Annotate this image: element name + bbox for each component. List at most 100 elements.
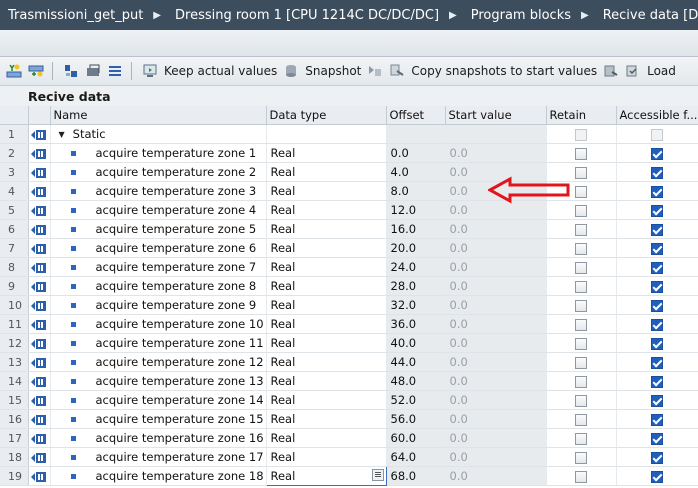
table-row[interactable]: 14 acquire temperature zone 13 Real 48.0 0.0 — [0, 371, 698, 391]
tag-name-cell[interactable]: acquire temperature zone 2 — [50, 162, 267, 182]
retain-checkbox[interactable] — [575, 375, 587, 388]
accessible-checkbox[interactable] — [651, 261, 663, 274]
tag-name-cell[interactable]: acquire temperature zone 4 — [50, 200, 267, 220]
header-start-value[interactable]: Start value — [445, 106, 547, 125]
data-type-cell[interactable]: Real — [266, 409, 387, 429]
table-row[interactable]: 8 acquire temperature zone 7 Real 24.0 0.0 — [0, 257, 698, 277]
retain-checkbox[interactable] — [575, 280, 587, 293]
retain-checkbox[interactable] — [575, 223, 587, 236]
data-type-cell[interactable]: Real — [266, 390, 387, 410]
table-row[interactable]: 6 acquire temperature zone 5 Real 16.0 0.0 — [0, 219, 698, 239]
data-type-cell[interactable]: Real — [266, 314, 387, 334]
retain-checkbox[interactable] — [575, 299, 587, 312]
table-row[interactable]: 13 acquire temperature zone 12 Real 44.0 0.0 — [0, 352, 698, 372]
tag-name-cell[interactable]: acquire temperature zone 11 — [50, 333, 267, 353]
accessible-checkbox[interactable] — [651, 166, 663, 179]
expand-triangle-icon[interactable]: ▼ — [59, 130, 65, 139]
static-name-cell[interactable]: ▼ Static — [50, 124, 267, 144]
accessible-checkbox[interactable] — [651, 242, 663, 255]
retain-checkbox[interactable] — [575, 318, 587, 331]
retain-checkbox[interactable] — [575, 470, 587, 483]
snapshot-button[interactable]: Snapshot — [305, 64, 361, 78]
data-type-cell[interactable]: Real — [265, 466, 387, 486]
load-start-values-icon[interactable] — [603, 63, 619, 79]
retain-checkbox[interactable] — [575, 242, 587, 255]
tag-name-cell[interactable]: acquire temperature zone 12 — [50, 352, 267, 372]
header-name[interactable]: Name — [50, 106, 267, 125]
tag-name-cell[interactable]: acquire temperature zone 1 — [50, 143, 267, 163]
retain-checkbox[interactable] — [575, 337, 587, 350]
add-row-icon[interactable] — [28, 63, 44, 79]
tag-name-cell[interactable]: acquire temperature zone 15 — [50, 409, 267, 429]
tag-name-cell[interactable]: acquire temperature zone 9 — [50, 295, 267, 315]
table-row[interactable]: 19 acquire temperature zone 18 Real 68.0 0.0 — [0, 466, 698, 486]
data-type-cell[interactable]: Real — [266, 333, 387, 353]
accessible-checkbox[interactable] — [651, 185, 663, 198]
copy-snapshot-icon[interactable] — [367, 63, 383, 79]
retain-checkbox[interactable] — [575, 394, 587, 407]
tag-name-cell[interactable]: acquire temperature zone 18 — [50, 466, 267, 486]
data-type-cell[interactable]: Real — [266, 428, 387, 448]
accessible-checkbox[interactable] — [651, 375, 663, 388]
table-row[interactable]: 16 acquire temperature zone 15 Real 56.0 0.0 — [0, 409, 698, 429]
expand-all-icon[interactable] — [63, 63, 79, 79]
header-accessible[interactable]: Accessible f... — [616, 106, 698, 125]
database-icon[interactable] — [283, 63, 299, 79]
tag-name-cell[interactable]: acquire temperature zone 10 — [50, 314, 267, 334]
accessible-checkbox[interactable] — [651, 356, 663, 369]
breadcrumb-block[interactable]: Recive data [DB6] — [595, 8, 698, 23]
copy-snapshots-to-start-values-button[interactable]: Copy snapshots to start values — [411, 64, 597, 78]
tag-name-cell[interactable]: acquire temperature zone 3 — [50, 181, 267, 201]
table-row[interactable]: 4 acquire temperature zone 3 Real 8.0 0.0 — [0, 181, 698, 201]
data-type-cell[interactable]: Real — [266, 162, 387, 182]
header-retain[interactable]: Retain — [546, 106, 617, 125]
data-type-cell[interactable]: Real — [266, 200, 387, 220]
tag-name-cell[interactable]: acquire temperature zone 17 — [50, 447, 267, 467]
accessible-checkbox[interactable] — [651, 204, 663, 217]
table-row[interactable]: 10 acquire temperature zone 9 Real 32.0 0.0 — [0, 295, 698, 315]
data-type-cell[interactable]: Real — [266, 181, 387, 201]
data-type-cell[interactable]: Real — [266, 219, 387, 239]
accessible-checkbox[interactable] — [651, 432, 663, 445]
table-row[interactable]: 15 acquire temperature zone 14 Real 52.0 0.0 — [0, 390, 698, 410]
retain-checkbox[interactable] — [575, 166, 587, 179]
retain-checkbox[interactable] — [575, 432, 587, 445]
tag-name-cell[interactable]: acquire temperature zone 8 — [50, 276, 267, 296]
load-button[interactable]: Load — [647, 64, 676, 78]
header-offset[interactable]: Offset — [386, 106, 446, 125]
tag-name-cell[interactable]: acquire temperature zone 16 — [50, 428, 267, 448]
accessible-checkbox[interactable] — [651, 280, 663, 293]
accessible-checkbox[interactable] — [651, 413, 663, 426]
retain-checkbox[interactable] — [575, 147, 587, 160]
accessible-checkbox[interactable] — [651, 223, 663, 236]
accessible-checkbox[interactable] — [651, 337, 663, 350]
accessible-checkbox[interactable] — [651, 451, 663, 464]
breadcrumb-project[interactable]: Trasmissioni_get_put — [0, 8, 143, 23]
accessible-checkbox[interactable] — [651, 147, 663, 160]
retain-checkbox[interactable] — [575, 185, 587, 198]
header-data-type[interactable]: Data type — [266, 106, 387, 125]
table-row[interactable]: 18 acquire temperature zone 17 Real 64.0 0.0 — [0, 447, 698, 467]
retain-checkbox[interactable] — [575, 451, 587, 464]
data-type-cell[interactable]: Real — [266, 352, 387, 372]
data-type-cell[interactable]: Real — [266, 257, 387, 277]
table-row[interactable]: 5 acquire temperature zone 4 Real 12.0 0.0 — [0, 200, 698, 220]
table-row[interactable]: 11 acquire temperature zone 10 Real 36.0 0.0 — [0, 314, 698, 334]
breadcrumb-device[interactable]: Dressing room 1 [CPU 1214C DC/DC/DC] — [167, 8, 439, 23]
static-row[interactable]: 1 ▼ Static — [0, 124, 698, 144]
data-type-cell[interactable]: Real — [266, 276, 387, 296]
breadcrumb-program-blocks[interactable]: Program blocks — [463, 8, 571, 23]
tag-name-cell[interactable]: acquire temperature zone 13 — [50, 371, 267, 391]
table-row[interactable]: 3 acquire temperature zone 2 Real 4.0 0.0 — [0, 162, 698, 182]
insert-row-icon[interactable] — [6, 63, 22, 79]
tag-name-cell[interactable]: acquire temperature zone 6 — [50, 238, 267, 258]
table-row[interactable]: 7 acquire temperature zone 6 Real 20.0 0.0 — [0, 238, 698, 258]
data-type-cell[interactable]: Real — [266, 295, 387, 315]
dropdown-list-icon[interactable] — [371, 469, 384, 481]
data-type-cell[interactable]: Real — [266, 238, 387, 258]
table-row[interactable]: 9 acquire temperature zone 8 Real 28.0 0.0 — [0, 276, 698, 296]
accessible-checkbox[interactable] — [651, 470, 663, 483]
accessible-checkbox[interactable] — [651, 394, 663, 407]
load-snapshot-icon[interactable] — [389, 63, 405, 79]
tag-name-cell[interactable]: acquire temperature zone 14 — [50, 390, 267, 410]
